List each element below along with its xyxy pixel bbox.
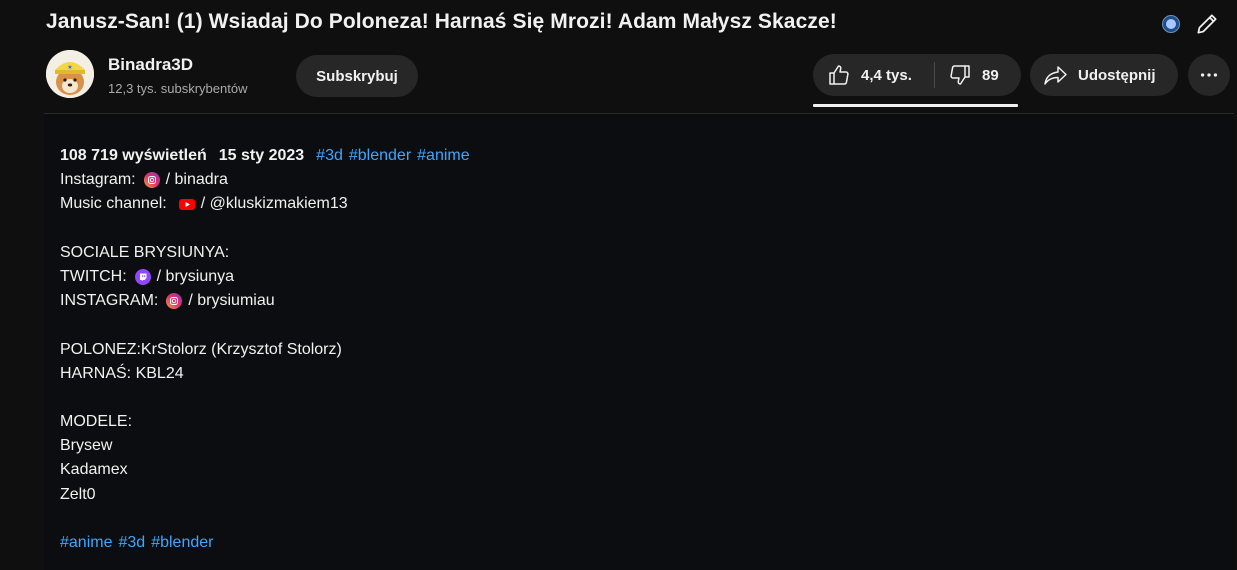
twitch-line: TWITCH: / brysiunya (60, 265, 470, 289)
instagram-icon (166, 293, 183, 310)
description-text: 108 719 wyświetleń 15 sty 2023 #3d #blen… (60, 144, 470, 555)
instagram-label: Instagram: (60, 171, 136, 189)
share-button[interactable]: Udostępnij (1030, 54, 1178, 96)
more-horizontal-icon (1200, 73, 1218, 77)
thumbs-down-icon (950, 65, 970, 85)
like-dislike-group: 4,4 tys. 89 (813, 54, 1021, 96)
subscribe-button[interactable]: Subskrybuj (296, 55, 418, 97)
share-label: Udostępnij (1078, 66, 1156, 84)
like-button[interactable]: 4,4 tys. (813, 54, 934, 96)
hashtag-link[interactable]: #anime (417, 144, 469, 168)
video-page: Janusz-San! (1) Wsiadaj Do Poloneza! Har… (0, 0, 1237, 570)
twitch-icon (134, 269, 151, 286)
music-channel-line: Music channel: / @kluskizmakiem13 (60, 192, 470, 216)
thumbs-up-icon (829, 65, 849, 85)
instagram2-link[interactable]: / brysiumiau (188, 289, 274, 313)
bottom-hashtags: #anime #3d #blender (60, 531, 470, 555)
harnas-credit: HARNAŚ: KBL24 (60, 364, 184, 382)
hashtag-link[interactable]: #blender (151, 531, 213, 555)
hashtag-link[interactable]: #3d (316, 144, 343, 168)
description-meta: 108 719 wyświetleń 15 sty 2023 #3d #blen… (60, 144, 470, 168)
instagram-link[interactable]: / binadra (166, 168, 228, 192)
like-count: 4,4 tys. (861, 66, 912, 84)
music-channel-link[interactable]: / @kluskizmakiem13 (201, 192, 348, 216)
instagram-icon (143, 172, 160, 189)
subscriber-count: 12,3 tys. subskrybentów (108, 81, 248, 96)
like-active-underline (813, 104, 1018, 107)
share-arrow-icon (1044, 66, 1067, 85)
model-item: Brysew (60, 437, 113, 455)
record-dot-icon[interactable] (1163, 16, 1179, 32)
dislike-button[interactable]: 89 (935, 54, 1021, 96)
twitch-link[interactable]: / brysiunya (157, 265, 234, 289)
channel-avatar[interactable]: ★ (46, 50, 94, 98)
instagram-line: Instagram: / binadra (60, 168, 470, 192)
instagram2-line: INSTAGRAM: / brysiumiau (60, 289, 470, 313)
upload-date: 15 sty 2023 (218, 147, 305, 164)
youtube-icon (178, 196, 195, 212)
modele-heading: MODELE: (60, 413, 133, 431)
model-item: Kadamex (60, 461, 128, 479)
video-title: Janusz-San! (1) Wsiadaj Do Poloneza! Har… (46, 10, 837, 33)
hashtag-link[interactable]: #blender (349, 144, 411, 168)
twitch-label: TWITCH: (60, 267, 127, 285)
music-channel-label: Music channel: (60, 195, 167, 213)
polonez-credit: POLONEZ:KrStolorz (Krzysztof Stolorz) (60, 340, 342, 358)
pencil-icon[interactable] (1194, 11, 1220, 37)
hashtag-link[interactable]: #anime (60, 531, 112, 555)
sociale-heading: SOCIALE BRYSIUNYA: (60, 243, 230, 261)
hashtag-link[interactable]: #3d (118, 531, 145, 555)
instagram2-label: INSTAGRAM: (60, 292, 159, 310)
channel-name[interactable]: Binadra3D (108, 55, 193, 75)
more-actions-button[interactable] (1188, 54, 1230, 96)
svg-text:★: ★ (67, 64, 72, 71)
model-item: Zelt0 (60, 485, 96, 503)
view-count: 108 719 wyświetleń (60, 147, 207, 164)
dislike-count: 89 (982, 66, 999, 84)
